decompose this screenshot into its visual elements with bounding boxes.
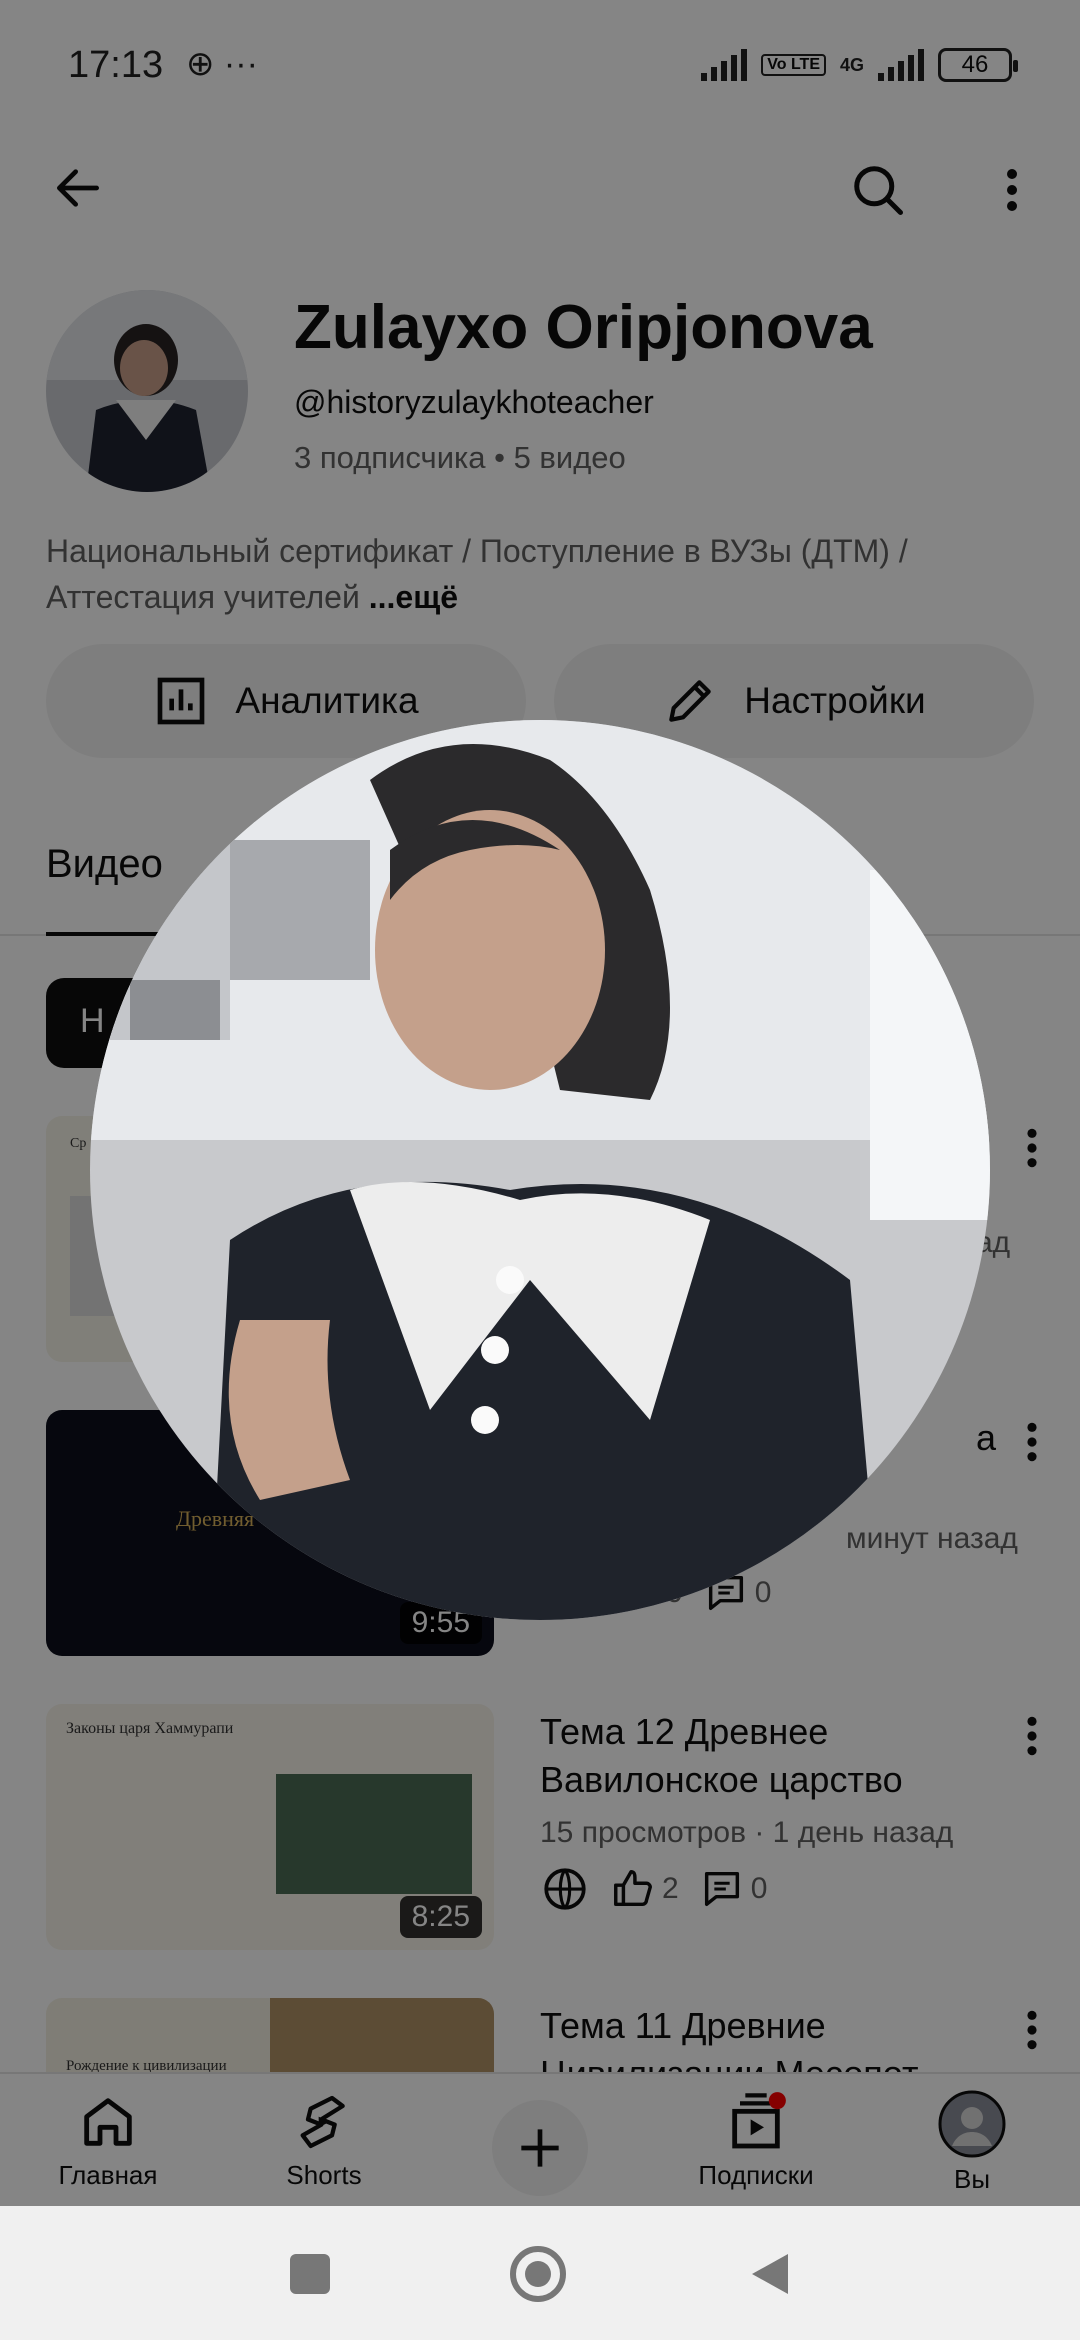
home-button-dot (525, 2261, 551, 2287)
system-navigation-bar (0, 2206, 1080, 2340)
back-nav-icon[interactable] (748, 2250, 792, 2298)
recents-icon[interactable] (290, 2254, 330, 2294)
enlarged-avatar (90, 720, 990, 1620)
